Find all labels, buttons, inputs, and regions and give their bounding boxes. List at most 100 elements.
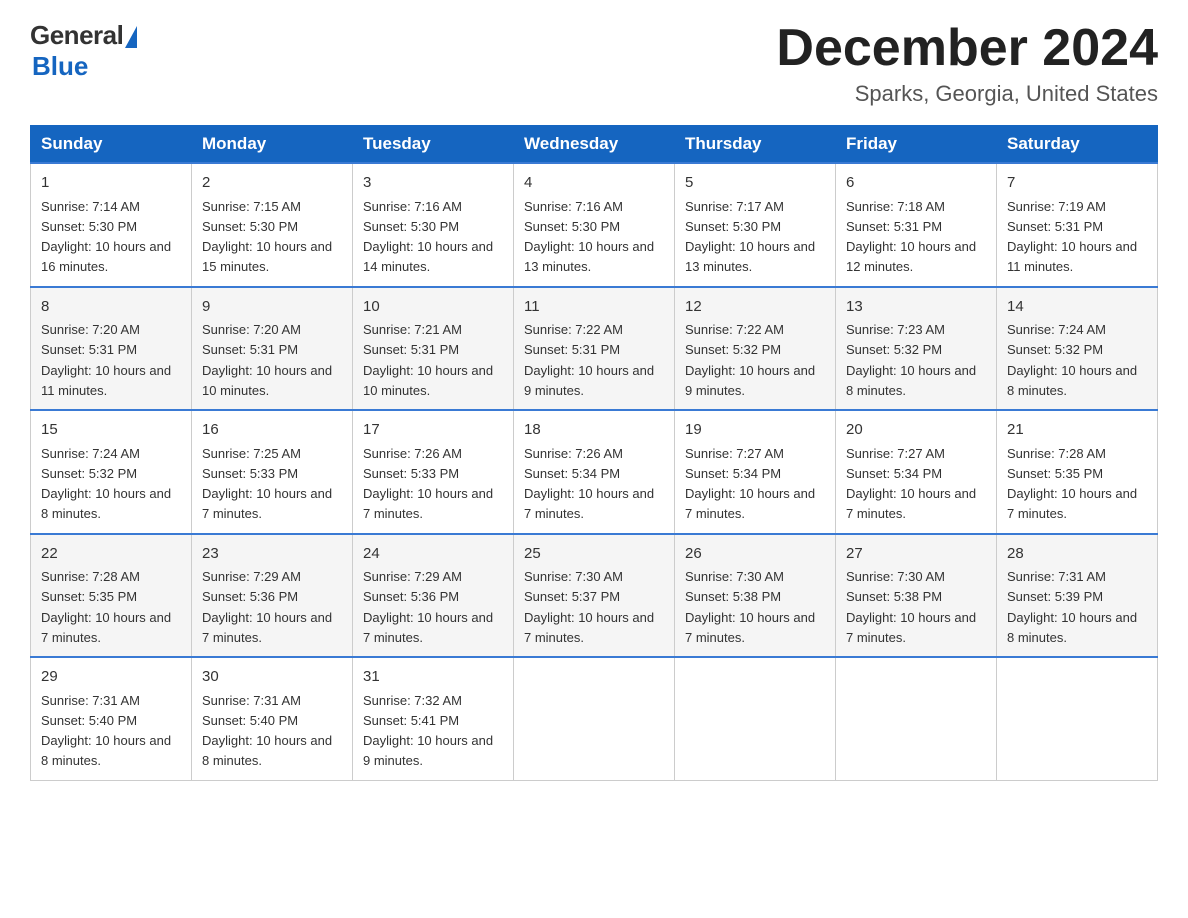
calendar-cell: 15 Sunrise: 7:24 AMSunset: 5:32 PMDayligh… <box>31 410 192 534</box>
day-info: Sunrise: 7:30 AMSunset: 5:38 PMDaylight:… <box>685 569 815 645</box>
day-number: 2 <box>202 172 342 195</box>
day-info: Sunrise: 7:29 AMSunset: 5:36 PMDaylight:… <box>202 569 332 645</box>
day-number: 14 <box>1007 296 1147 319</box>
day-number: 29 <box>41 666 181 689</box>
calendar-cell: 21 Sunrise: 7:28 AMSunset: 5:35 PMDayligh… <box>997 410 1158 534</box>
day-info: Sunrise: 7:16 AMSunset: 5:30 PMDaylight:… <box>524 199 654 275</box>
logo-triangle-icon <box>125 26 137 48</box>
day-number: 23 <box>202 543 342 566</box>
day-number: 7 <box>1007 172 1147 195</box>
header-tuesday: Tuesday <box>353 126 514 164</box>
day-number: 20 <box>846 419 986 442</box>
day-number: 28 <box>1007 543 1147 566</box>
day-number: 30 <box>202 666 342 689</box>
calendar-cell: 18Sunrise: 7:26 AMSunset: 5:34 PMDayligh… <box>514 410 675 534</box>
day-number: 16 <box>202 419 342 442</box>
page-header: General Blue December 2024 Sparks, Georg… <box>30 20 1158 107</box>
day-info: Sunrise: 7:30 AMSunset: 5:38 PMDaylight:… <box>846 569 976 645</box>
calendar-cell: 14 Sunrise: 7:24 AMSunset: 5:32 PMDayligh… <box>997 287 1158 411</box>
day-number: 6 <box>846 172 986 195</box>
calendar-cell: 24 Sunrise: 7:29 AMSunset: 5:36 PMDayligh… <box>353 534 514 658</box>
calendar-cell: 2Sunrise: 7:15 AMSunset: 5:30 PMDaylight… <box>192 163 353 287</box>
calendar-cell: 19Sunrise: 7:27 AMSunset: 5:34 PMDayligh… <box>675 410 836 534</box>
header-sunday: Sunday <box>31 126 192 164</box>
day-number: 27 <box>846 543 986 566</box>
calendar-cell: 4 Sunrise: 7:16 AMSunset: 5:30 PMDaylight… <box>514 163 675 287</box>
day-info: Sunrise: 7:24 AMSunset: 5:32 PMDaylight:… <box>1007 322 1137 398</box>
location-text: Sparks, Georgia, United States <box>776 81 1158 107</box>
header-monday: Monday <box>192 126 353 164</box>
logo-general-text: General <box>30 20 123 51</box>
title-section: December 2024 Sparks, Georgia, United St… <box>776 20 1158 107</box>
day-info: Sunrise: 7:24 AMSunset: 5:32 PMDaylight:… <box>41 446 171 522</box>
day-info: Sunrise: 7:20 AMSunset: 5:31 PMDaylight:… <box>41 322 171 398</box>
header-wednesday: Wednesday <box>514 126 675 164</box>
calendar-cell: 9Sunrise: 7:20 AMSunset: 5:31 PMDaylight… <box>192 287 353 411</box>
day-number: 26 <box>685 543 825 566</box>
calendar-cell: 7 Sunrise: 7:19 AMSunset: 5:31 PMDaylight… <box>997 163 1158 287</box>
day-info: Sunrise: 7:28 AMSunset: 5:35 PMDaylight:… <box>41 569 171 645</box>
header-thursday: Thursday <box>675 126 836 164</box>
calendar-cell: 5 Sunrise: 7:17 AMSunset: 5:30 PMDaylight… <box>675 163 836 287</box>
calendar-cell: 26 Sunrise: 7:30 AMSunset: 5:38 PMDayligh… <box>675 534 836 658</box>
day-number: 1 <box>41 172 181 195</box>
day-info: Sunrise: 7:17 AMSunset: 5:30 PMDaylight:… <box>685 199 815 275</box>
calendar-week-row: 29 Sunrise: 7:31 AMSunset: 5:40 PMDayligh… <box>31 657 1158 780</box>
calendar-cell: 20 Sunrise: 7:27 AMSunset: 5:34 PMDayligh… <box>836 410 997 534</box>
calendar-cell: 17 Sunrise: 7:26 AMSunset: 5:33 PMDayligh… <box>353 410 514 534</box>
day-number: 4 <box>524 172 664 195</box>
day-info: Sunrise: 7:27 AMSunset: 5:34 PMDaylight:… <box>846 446 976 522</box>
day-number: 3 <box>363 172 503 195</box>
day-info: Sunrise: 7:22 AMSunset: 5:32 PMDaylight:… <box>685 322 815 398</box>
day-number: 15 <box>41 419 181 442</box>
day-info: Sunrise: 7:19 AMSunset: 5:31 PMDaylight:… <box>1007 199 1137 275</box>
day-number: 25 <box>524 543 664 566</box>
day-number: 9 <box>202 296 342 319</box>
day-info: Sunrise: 7:32 AMSunset: 5:41 PMDaylight:… <box>363 693 493 769</box>
day-number: 31 <box>363 666 503 689</box>
day-info: Sunrise: 7:30 AMSunset: 5:37 PMDaylight:… <box>524 569 654 645</box>
month-title: December 2024 <box>776 20 1158 77</box>
calendar-week-row: 15 Sunrise: 7:24 AMSunset: 5:32 PMDayligh… <box>31 410 1158 534</box>
day-info: Sunrise: 7:29 AMSunset: 5:36 PMDaylight:… <box>363 569 493 645</box>
day-number: 11 <box>524 296 664 319</box>
calendar-cell: 27 Sunrise: 7:30 AMSunset: 5:38 PMDayligh… <box>836 534 997 658</box>
day-info: Sunrise: 7:26 AMSunset: 5:33 PMDaylight:… <box>363 446 493 522</box>
day-info: Sunrise: 7:28 AMSunset: 5:35 PMDaylight:… <box>1007 446 1137 522</box>
day-number: 17 <box>363 419 503 442</box>
calendar-cell: 13 Sunrise: 7:23 AMSunset: 5:32 PMDayligh… <box>836 287 997 411</box>
day-info: Sunrise: 7:21 AMSunset: 5:31 PMDaylight:… <box>363 322 493 398</box>
calendar-cell: 25 Sunrise: 7:30 AMSunset: 5:37 PMDayligh… <box>514 534 675 658</box>
calendar-cell: 22Sunrise: 7:28 AMSunset: 5:35 PMDayligh… <box>31 534 192 658</box>
logo: General Blue <box>30 20 137 82</box>
calendar-week-row: 8 Sunrise: 7:20 AMSunset: 5:31 PMDaylight… <box>31 287 1158 411</box>
day-info: Sunrise: 7:31 AMSunset: 5:40 PMDaylight:… <box>202 693 332 769</box>
day-number: 5 <box>685 172 825 195</box>
calendar-cell <box>514 657 675 780</box>
calendar-cell <box>997 657 1158 780</box>
header-saturday: Saturday <box>997 126 1158 164</box>
calendar-cell <box>836 657 997 780</box>
day-number: 12 <box>685 296 825 319</box>
day-number: 21 <box>1007 419 1147 442</box>
calendar-header-row: SundayMondayTuesdayWednesdayThursdayFrid… <box>31 126 1158 164</box>
calendar-table: SundayMondayTuesdayWednesdayThursdayFrid… <box>30 125 1158 781</box>
calendar-cell: 30 Sunrise: 7:31 AMSunset: 5:40 PMDayligh… <box>192 657 353 780</box>
calendar-cell: 29Sunrise: 7:31 AMSunset: 5:40 PMDayligh… <box>31 657 192 780</box>
day-info: Sunrise: 7:18 AMSunset: 5:31 PMDaylight:… <box>846 199 976 275</box>
calendar-cell: 23 Sunrise: 7:29 AMSunset: 5:36 PMDayligh… <box>192 534 353 658</box>
calendar-cell: 8 Sunrise: 7:20 AMSunset: 5:31 PMDaylight… <box>31 287 192 411</box>
calendar-cell: 3 Sunrise: 7:16 AMSunset: 5:30 PMDaylight… <box>353 163 514 287</box>
logo-blue-text: Blue <box>32 51 88 82</box>
header-friday: Friday <box>836 126 997 164</box>
day-info: Sunrise: 7:23 AMSunset: 5:32 PMDaylight:… <box>846 322 976 398</box>
calendar-cell: 11Sunrise: 7:22 AMSunset: 5:31 PMDayligh… <box>514 287 675 411</box>
day-number: 8 <box>41 296 181 319</box>
day-info: Sunrise: 7:16 AMSunset: 5:30 PMDaylight:… <box>363 199 493 275</box>
calendar-cell: 10Sunrise: 7:21 AMSunset: 5:31 PMDayligh… <box>353 287 514 411</box>
day-info: Sunrise: 7:25 AMSunset: 5:33 PMDaylight:… <box>202 446 332 522</box>
calendar-week-row: 1Sunrise: 7:14 AMSunset: 5:30 PMDaylight… <box>31 163 1158 287</box>
day-number: 13 <box>846 296 986 319</box>
day-number: 24 <box>363 543 503 566</box>
calendar-cell: 1Sunrise: 7:14 AMSunset: 5:30 PMDaylight… <box>31 163 192 287</box>
